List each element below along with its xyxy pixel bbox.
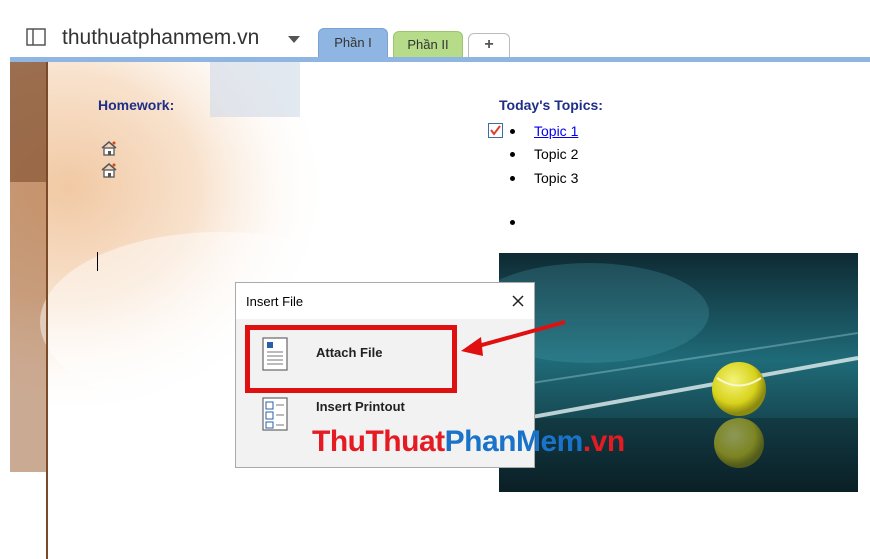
page-margin-line <box>46 62 48 559</box>
home-icon[interactable] <box>100 162 118 178</box>
topic-3: Topic 3 <box>534 170 579 186</box>
watermark-part: Thuat <box>365 425 445 458</box>
topic-1-link[interactable]: Topic 1 <box>534 123 578 139</box>
topics-heading: Today's Topics: <box>499 97 603 113</box>
notebook-dropdown-icon[interactable] <box>288 36 300 43</box>
notebook-name[interactable]: thuthuatphanmem.vn <box>62 26 259 50</box>
highlight-box <box>245 325 457 393</box>
empty-bullet[interactable] <box>510 220 515 225</box>
homework-heading: Homework: <box>98 97 175 113</box>
watermark-part: .vn <box>582 425 625 458</box>
home-icon[interactable] <box>100 140 118 156</box>
bullet <box>510 129 515 134</box>
notebook-icon[interactable] <box>26 28 46 46</box>
title-bar: thuthuatphanmem.vn Phần I Phần II + <box>0 0 870 58</box>
bullet <box>510 176 515 181</box>
tab-phan-2[interactable]: Phần II <box>393 31 463 58</box>
watermark-part: Thu <box>312 425 366 458</box>
annotation-arrow-icon <box>461 320 566 356</box>
insert-printout-label: Insert Printout <box>316 399 405 414</box>
watermark: ThuThuatPhanMem.vn <box>312 425 625 459</box>
dialog-header: Insert File <box>236 283 534 319</box>
watermark-part: PhanMem <box>444 425 584 458</box>
insert-printout-icon <box>262 397 288 431</box>
tab-phan-1[interactable]: Phần I <box>318 28 388 58</box>
text-cursor <box>97 252 98 271</box>
checkmark-icon <box>490 125 501 136</box>
todo-checkbox[interactable] <box>488 123 503 138</box>
dialog-title: Insert File <box>246 294 304 309</box>
bullet <box>510 152 515 157</box>
topic-2: Topic 2 <box>534 146 579 162</box>
add-section-button[interactable]: + <box>468 33 510 58</box>
close-icon[interactable] <box>508 291 528 311</box>
